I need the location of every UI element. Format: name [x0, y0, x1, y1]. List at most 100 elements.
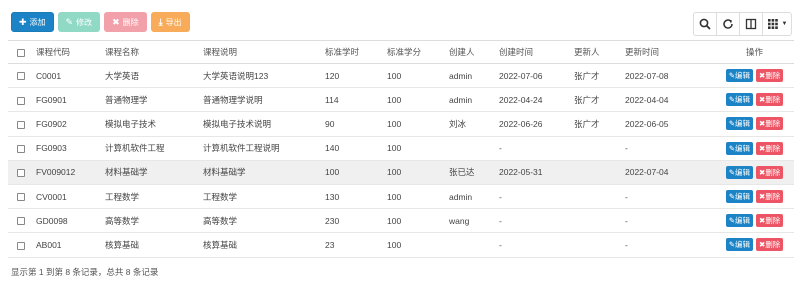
row-checkbox[interactable] [8, 184, 34, 210]
table-row[interactable]: AB001 核算基础 核算基础 23 100 - - ✎编辑 ✖删除 [8, 232, 794, 258]
cell-desc: 大学英语说明123 [201, 63, 323, 89]
export-button[interactable]: ⤓ 导出 [150, 12, 190, 32]
row-checkbox[interactable] [8, 232, 34, 258]
row-delete-label: 删除 [765, 95, 781, 105]
header-hours[interactable]: 标准学时 [323, 40, 385, 64]
row-delete-button[interactable]: ✖删除 [756, 93, 784, 107]
cell-actions: ✎编辑 ✖删除 [715, 63, 794, 89]
checkbox-box[interactable] [17, 169, 25, 178]
column-selector-button[interactable]: ▼ [762, 12, 792, 36]
table-row[interactable]: FV009012 材料基础学 材料基础学 100 100 张已达 2022-05… [8, 160, 794, 185]
checkbox-box[interactable] [17, 96, 25, 105]
columns-view-icon [745, 18, 757, 30]
row-delete-button[interactable]: ✖删除 [756, 214, 784, 228]
cell-created: - [497, 232, 572, 258]
cell-actions: ✎编辑 ✖删除 [715, 111, 794, 137]
header-creator[interactable]: 创建人 [447, 40, 497, 64]
header-name[interactable]: 课程名称 [103, 40, 201, 64]
checkbox-box[interactable] [17, 241, 25, 250]
checkbox-box[interactable] [17, 217, 25, 226]
cell-updated: - [623, 232, 715, 258]
delete-button[interactable]: ✖ 删除 [104, 12, 147, 32]
header-code[interactable]: 课程代码 [34, 40, 103, 64]
select-all-checkbox[interactable] [8, 40, 34, 64]
cell-code: FG0901 [34, 87, 103, 113]
cell-updated: 2022-06-05 [623, 111, 715, 137]
table-header-row: 课程代码 课程名称 课程说明 标准学时 标准学分 创建人 创建时间 更新人 更新… [8, 40, 794, 64]
row-delete-button[interactable]: ✖删除 [756, 69, 784, 83]
header-updater[interactable]: 更新人 [572, 40, 623, 64]
row-delete-button[interactable]: ✖删除 [756, 190, 784, 204]
edit-button-label: 修改 [76, 17, 93, 27]
table-row[interactable]: FG0903 计算机软件工程 计算机软件工程说明 140 100 - - ✎编辑… [8, 136, 794, 161]
row-edit-label: 编辑 [735, 216, 750, 226]
cell-creator [447, 232, 497, 258]
plus-icon: ✚ [19, 16, 27, 27]
table-row[interactable]: FG0902 模拟电子技术 模拟电子技术说明 90 100 刘冰 2022-06… [8, 111, 794, 137]
cell-code: FG0903 [34, 136, 103, 161]
row-edit-button[interactable]: ✎编辑 [725, 141, 753, 155]
checkbox-box[interactable] [17, 144, 25, 153]
row-checkbox[interactable] [8, 208, 34, 234]
header-credits[interactable]: 标准学分 [385, 40, 447, 64]
cell-code: GD0098 [34, 208, 103, 234]
toggle-view-button[interactable] [739, 12, 763, 36]
row-edit-button[interactable]: ✎编辑 [725, 214, 753, 228]
cell-creator: 刘冰 [447, 111, 497, 137]
cell-hours: 23 [323, 232, 385, 258]
header-updated[interactable]: 更新时间 [623, 40, 715, 64]
cell-updater: 张广才 [572, 63, 623, 89]
table-row[interactable]: FG0901 普通物理学 普通物理学说明 114 100 admin 2022-… [8, 87, 794, 113]
cell-updater [572, 160, 623, 185]
cell-credits: 100 [385, 87, 447, 113]
checkbox-box[interactable] [17, 120, 25, 129]
row-delete-label: 删除 [765, 216, 781, 226]
course-table: 课程代码 课程名称 课程说明 标准学时 标准学分 创建人 创建时间 更新人 更新… [8, 40, 794, 258]
row-delete-button[interactable]: ✖删除 [756, 238, 784, 252]
row-edit-button[interactable]: ✎编辑 [725, 190, 753, 204]
checkbox-box[interactable] [17, 193, 25, 202]
header-desc[interactable]: 课程说明 [201, 40, 323, 64]
cell-desc: 普通物理学说明 [201, 87, 323, 113]
refresh-button[interactable] [716, 12, 740, 36]
table-row[interactable]: CV0001 工程数学 工程数学 130 100 admin - - ✎编辑 ✖删… [8, 184, 794, 210]
search-toggle-button[interactable] [693, 12, 717, 36]
cell-code: AB001 [34, 232, 103, 258]
row-checkbox[interactable] [8, 136, 34, 161]
row-delete-button[interactable]: ✖删除 [756, 165, 784, 179]
edit-button[interactable]: ✎ 修改 [57, 12, 101, 32]
row-edit-button[interactable]: ✎编辑 [725, 165, 753, 179]
row-checkbox[interactable] [8, 87, 34, 113]
header-actions: 操作 [715, 40, 794, 64]
table-row[interactable]: C0001 大学英语 大学英语说明123 120 100 admin 2022-… [8, 63, 794, 89]
cell-hours: 90 [323, 111, 385, 137]
row-edit-label: 编辑 [735, 95, 750, 105]
cell-name: 材料基础学 [103, 160, 201, 185]
cell-desc: 高等数学 [201, 208, 323, 234]
row-edit-button[interactable]: ✎编辑 [725, 238, 753, 252]
cell-actions: ✎编辑 ✖删除 [715, 87, 794, 113]
row-checkbox[interactable] [8, 111, 34, 137]
cell-updater [572, 136, 623, 161]
row-edit-button[interactable]: ✎编辑 [725, 117, 753, 131]
checkbox-box[interactable] [17, 72, 25, 81]
search-icon [699, 18, 711, 30]
toolbar: ✚ 添加 ✎ 修改 ✖ 删除 ⤓ 导出 [11, 12, 190, 32]
row-checkbox[interactable] [8, 63, 34, 89]
row-delete-button[interactable]: ✖删除 [756, 141, 784, 155]
cell-actions: ✎编辑 ✖删除 [715, 136, 794, 161]
cell-hours: 114 [323, 87, 385, 113]
row-edit-button[interactable]: ✎编辑 [725, 69, 753, 83]
row-checkbox[interactable] [8, 160, 34, 185]
row-edit-button[interactable]: ✎编辑 [725, 93, 753, 107]
pencil-square-icon: ✎ [65, 16, 74, 27]
cell-created: 2022-05-31 [497, 160, 572, 185]
row-delete-button[interactable]: ✖删除 [756, 117, 784, 131]
header-created[interactable]: 创建时间 [497, 40, 572, 64]
cell-desc: 材料基础学 [201, 160, 323, 185]
checkbox-box[interactable] [17, 48, 25, 57]
cell-hours: 230 [323, 208, 385, 234]
add-button[interactable]: ✚ 添加 [11, 12, 54, 32]
download-icon: ⤓ [158, 16, 163, 27]
table-row[interactable]: GD0098 高等数学 高等数学 230 100 wang - - ✎编辑 ✖删除 [8, 208, 794, 234]
